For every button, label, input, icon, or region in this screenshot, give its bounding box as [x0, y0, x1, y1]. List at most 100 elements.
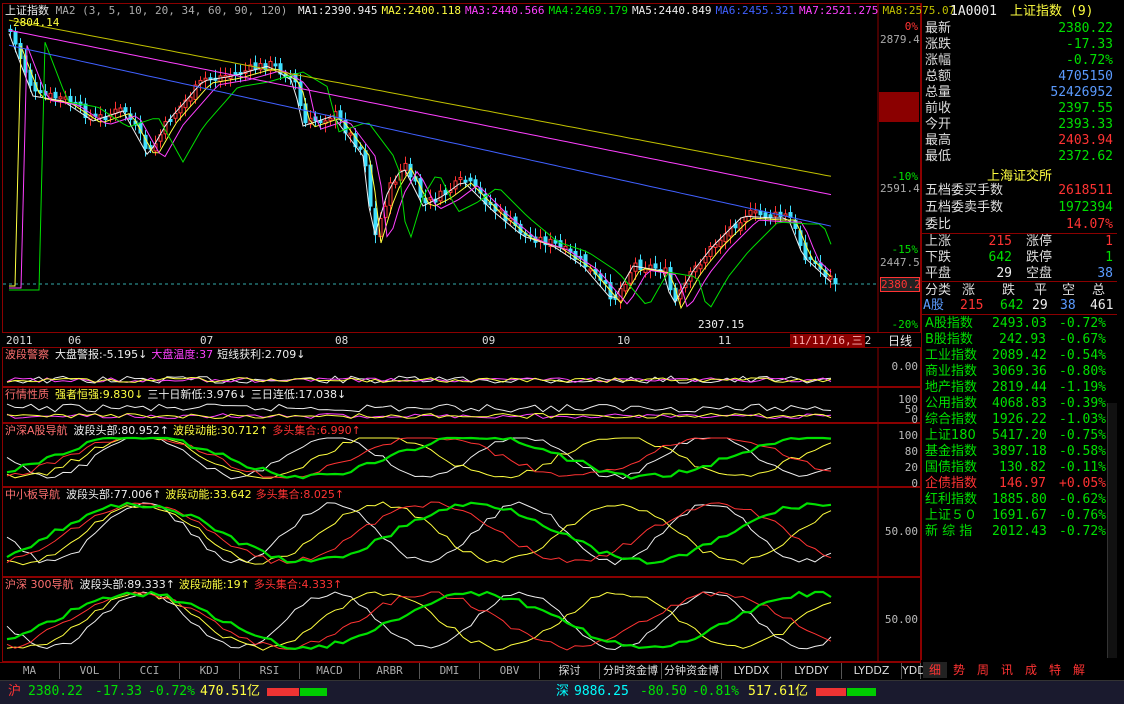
indicator-tab[interactable]: YDD	[902, 663, 926, 679]
candle-body	[98, 114, 103, 119]
info-tab[interactable]: 周	[971, 662, 995, 678]
index-row[interactable]: B股指数 242.93 -0.67%	[922, 331, 1117, 348]
index-name: 地产指数	[925, 380, 978, 395]
index-pct: -1.19%	[1059, 380, 1106, 395]
indicator-tab[interactable]: MA	[0, 663, 60, 679]
info-tab[interactable]: 势	[947, 662, 971, 678]
ask-value: 1972394	[1058, 200, 1113, 215]
sz-breadth-bar	[816, 688, 876, 696]
main-chart-panel[interactable]	[2, 3, 921, 333]
indicator-tab[interactable]: 分时资金博	[600, 663, 662, 679]
indicator-tab[interactable]: RSI	[240, 663, 300, 679]
index-name: 综合指数	[925, 412, 978, 427]
candlestick-chart[interactable]	[3, 4, 920, 332]
index-row[interactable]: 红利指数 1885.80 -0.62%	[922, 491, 1117, 508]
class-cell: 461	[1090, 298, 1114, 313]
indicator-tab[interactable]: OBV	[480, 663, 540, 679]
indicator-line	[6, 501, 832, 566]
info-tab[interactable]: 成	[1019, 662, 1043, 678]
info-tab[interactable]: 细	[923, 662, 947, 678]
index-pct: -0.76%	[1059, 508, 1106, 523]
indicator-tab[interactable]: DMI	[420, 663, 480, 679]
info-tab[interactable]: 讯	[995, 662, 1019, 678]
indicator-scale: 50.00	[884, 612, 918, 626]
breadth-value: 38	[1097, 266, 1113, 281]
index-name: 基金指数	[925, 444, 978, 459]
index-row[interactable]: 工业指数 2089.42 -0.54%	[922, 347, 1117, 364]
indicator-name: 波段警察	[5, 348, 49, 361]
candle-body	[38, 90, 43, 94]
index-row[interactable]: 商业指数 3069.36 -0.80%	[922, 363, 1117, 380]
breadth-row: 下跌 642 跌停 1	[922, 249, 1117, 266]
indicator-tab[interactable]: LYDDX	[722, 663, 782, 679]
info-tab[interactable]: 解	[1067, 662, 1091, 678]
candle-body	[623, 283, 628, 292]
month-label: 07	[200, 334, 214, 347]
indicator-value: 波段头部:89.333↑	[79, 578, 175, 591]
index-row[interactable]: 企债指数 146.97 +0.05%	[922, 475, 1117, 492]
indicator-value: 三日连低:17.038↓	[250, 388, 347, 401]
index-row[interactable]: 综合指数 1926.22 -1.03%	[922, 411, 1117, 428]
quote-field-label: 涨跌	[925, 37, 952, 52]
quote-field-value: -17.33	[1066, 37, 1113, 52]
index-row[interactable]: 公用指数 4068.83 -0.39%	[922, 395, 1117, 412]
index-row[interactable]: 上证180 5417.20 -0.75%	[922, 427, 1117, 444]
ratio-value: 14.07%	[1066, 217, 1113, 232]
bid-value: 2618511	[1058, 183, 1113, 198]
info-tabs: 细势周讯成特解	[923, 662, 1123, 678]
index-row[interactable]: 基金指数 3897.18 -0.58%	[922, 443, 1117, 460]
index-name: 工业指数	[925, 348, 978, 363]
candle-body	[58, 96, 63, 100]
bid-label: 五档委买手数	[925, 183, 1004, 198]
sz-pct: -0.81%	[692, 684, 739, 699]
indicator-tab[interactable]: 探讨	[540, 663, 600, 679]
candle-body	[193, 84, 198, 100]
index-name: A股指数	[925, 316, 973, 331]
period-label[interactable]: 日线	[888, 334, 912, 348]
quote-field-row: 涨幅 -0.72%	[922, 52, 1117, 69]
candle-body	[218, 75, 223, 83]
indicator-tab[interactable]: LYDDZ	[842, 663, 902, 679]
indicator-tab[interactable]: MACD	[300, 663, 360, 679]
index-row[interactable]: 新 综 指 2012.43 -0.72%	[922, 523, 1117, 540]
index-row[interactable]: 上证５０ 1691.67 -0.76%	[922, 507, 1117, 524]
candle-body	[463, 179, 468, 183]
indicator-tab[interactable]: CCI	[120, 663, 180, 679]
indicator-line	[6, 437, 832, 479]
chart-header: 上证指数 MA2 (3, 5, 10, 20, 34, 60, 90, 120)…	[5, 4, 955, 18]
index-value: 5417.20	[992, 428, 1047, 443]
candle-body	[358, 146, 363, 150]
index-pct: -0.75%	[1059, 428, 1106, 443]
candle-body	[758, 210, 763, 216]
index-row[interactable]: A股指数 2493.03 -0.72%	[922, 315, 1117, 332]
index-pct: -0.58%	[1059, 444, 1106, 459]
breadth-label: 涨停	[1026, 234, 1053, 249]
indicator-tab[interactable]: KDJ	[180, 663, 240, 679]
month-label: 11	[718, 334, 732, 347]
indicator-line	[6, 591, 832, 651]
index-value: 4068.83	[992, 396, 1047, 411]
quote-field-value: -0.72%	[1066, 53, 1113, 68]
index-name: 上证５０	[925, 508, 978, 523]
candle-body	[633, 262, 638, 272]
current-price-tag: 2380.2	[880, 277, 921, 292]
info-tab[interactable]: 特	[1043, 662, 1067, 678]
indicator-scale: 80	[904, 445, 918, 458]
sh-price: 2380.22	[28, 684, 83, 699]
indicator-tab[interactable]: ARBR	[360, 663, 420, 679]
index-value: 2493.03	[992, 316, 1047, 331]
quote-panel: 1A0001 上证指数 (9) 最新 2380.22 涨跌 -17.33 涨幅 -0.72…	[921, 3, 1118, 660]
indicator-tab[interactable]: 分钟资金博	[662, 663, 722, 679]
indicator-scale: 100	[898, 429, 918, 442]
index-row[interactable]: 国债指数 130.82 -0.11%	[922, 459, 1117, 476]
ratio-label: 委比	[925, 217, 952, 232]
ma-line	[8, 19, 832, 177]
info-scrollbar[interactable]	[1107, 403, 1117, 658]
indicator-tab[interactable]: VOL	[60, 663, 120, 679]
indicator-tab[interactable]: LYDDY	[782, 663, 842, 679]
index-row[interactable]: 地产指数 2819.44 -1.19%	[922, 379, 1117, 396]
quote-field-label: 最低	[925, 149, 952, 164]
indicator-line	[6, 501, 832, 564]
ask-label: 五档委卖手数	[925, 200, 1004, 215]
index-value: 130.82	[999, 460, 1046, 475]
